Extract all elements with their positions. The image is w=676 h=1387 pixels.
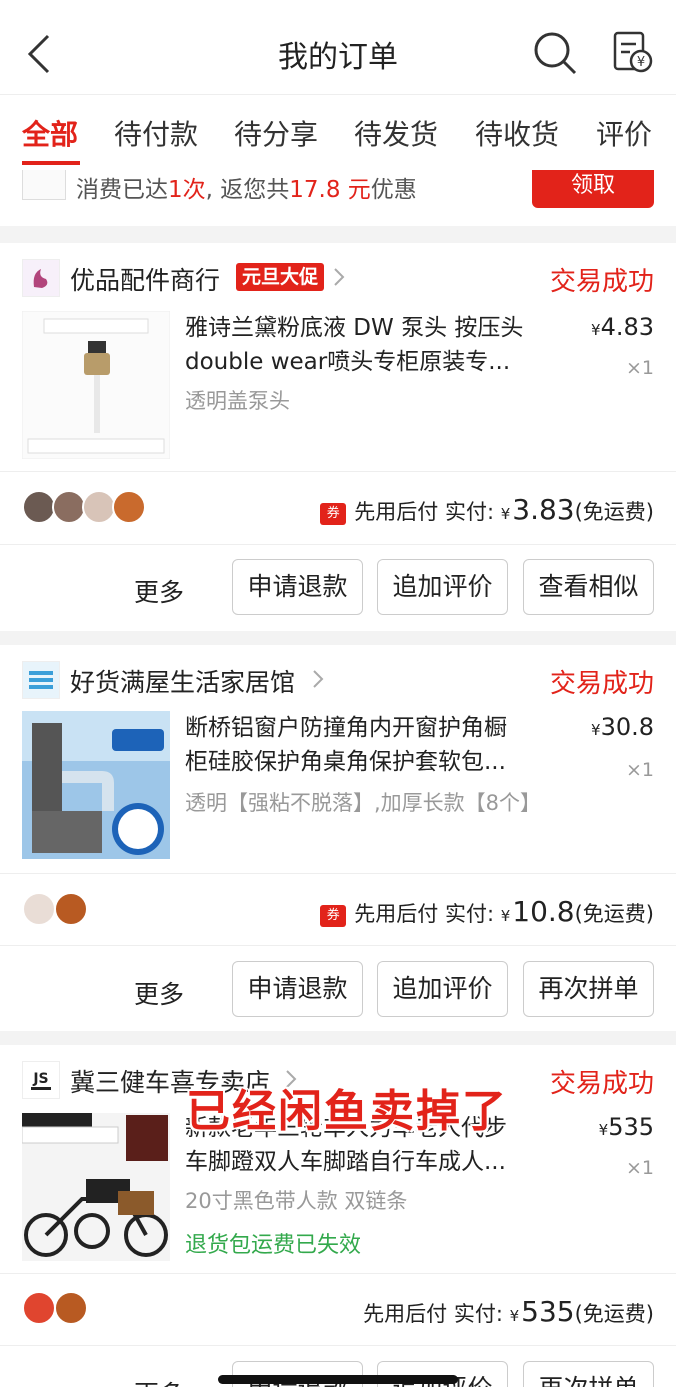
product-image[interactable] [22, 1113, 170, 1261]
order-header: 好货满屋生活家居馆 交易成功 [0, 645, 676, 713]
refund-button[interactable]: 申请退款 [232, 961, 363, 1017]
shop-name[interactable]: 优品配件商行 [70, 261, 220, 297]
product-quantity: ×1 [625, 1157, 654, 1179]
reorder-button[interactable]: 再次拼单 [523, 1361, 654, 1387]
product-price: ¥30.8 [591, 713, 654, 741]
promo-badge: 元旦大促 [236, 263, 325, 291]
avatar [54, 1291, 88, 1325]
bill-icon[interactable]: ¥ [612, 30, 654, 74]
home-indicator [218, 1375, 458, 1384]
tab-pending-share[interactable]: 待分享 [234, 113, 318, 153]
order-status: 交易成功 [549, 1069, 654, 1099]
order-status: 交易成功 [549, 669, 654, 699]
more-button[interactable]: 更多 [134, 975, 184, 1011]
buyer-avatars [22, 1291, 102, 1327]
product-price: ¥535 [598, 1113, 654, 1141]
add-review-button[interactable]: 追加评价 [377, 559, 508, 615]
buyer-avatars [22, 490, 162, 526]
order-card: 优品配件商行 元旦大促 交易成功 雅诗兰黛粉底液 DW 泵头 按压头 doubl… [0, 243, 676, 631]
search-icon[interactable] [532, 30, 578, 76]
divider [0, 544, 676, 545]
avatar [54, 892, 88, 926]
order-card: 好货满屋生活家居馆 交易成功 断桥铝窗户防撞角内开窗护角橱 柜硅胶保护角桌角保护… [0, 645, 676, 1031]
more-button[interactable]: 更多 [134, 573, 184, 609]
tab-review[interactable]: 评价 [596, 113, 652, 153]
order-status: 交易成功 [549, 267, 654, 297]
order-tabs: 全部 待付款 待分享 待发货 待收货 评价 [0, 94, 676, 170]
shop-name[interactable]: 好货满屋生活家居馆 [70, 663, 295, 699]
avatar [82, 490, 116, 524]
product-image[interactable] [22, 711, 170, 859]
product-quantity: ×1 [625, 759, 654, 781]
tab-pending-shipment[interactable]: 待发货 [354, 113, 438, 153]
product-spec: 透明【强粘不脱落】,加厚长款【8个】 [185, 791, 542, 815]
product-spec: 透明盖泵头 [185, 389, 290, 413]
tab-pending-receipt[interactable]: 待收货 [475, 113, 559, 153]
divider [0, 1345, 676, 1346]
product-spec: 20寸黑色带人款 双链条 [185, 1189, 408, 1213]
coupon-icon: 券 [320, 503, 347, 525]
more-button[interactable]: 更多 [134, 1375, 184, 1387]
divider [0, 1273, 676, 1274]
promo-banner: 消费已达1次, 返您共17.8 元优惠 领取 [0, 170, 676, 226]
payment-summary: 先用后付 实付: ¥535 (免运费) [363, 1295, 654, 1328]
product-title[interactable]: 雅诗兰黛粉底液 DW 泵头 按压头 double wear喷头专柜原装专... [185, 311, 560, 379]
product-quantity: ×1 [625, 357, 654, 379]
avatar [112, 490, 146, 524]
product-price: ¥4.83 [591, 313, 654, 341]
shop-logo [22, 661, 60, 699]
chevron-right-icon[interactable] [312, 669, 324, 689]
shop-logo [22, 259, 60, 297]
divider [0, 873, 676, 874]
svg-text:JS: JS [32, 1071, 48, 1087]
payment-summary: 券 先用后付 实付: ¥3.83 (免运费) [320, 493, 654, 527]
order-header: 优品配件商行 元旦大促 交易成功 [0, 243, 676, 311]
tab-pending-payment[interactable]: 待付款 [114, 113, 198, 153]
nav-bar: 我的订单 ¥ [0, 0, 676, 94]
shop-logo: JS [22, 1061, 60, 1099]
chevron-right-icon[interactable] [333, 267, 345, 287]
tab-active-indicator [22, 161, 80, 165]
claim-button[interactable]: 领取 [532, 170, 654, 208]
buyer-avatars [22, 892, 102, 928]
avatar [22, 1291, 56, 1325]
reorder-button[interactable]: 再次拼单 [523, 961, 654, 1017]
avatar [52, 490, 86, 524]
refund-button[interactable]: 申请退款 [232, 559, 363, 615]
svg-text:¥: ¥ [637, 55, 645, 70]
payment-summary: 券 先用后付 实付: ¥10.8 (免运费) [320, 895, 654, 929]
coupon-icon: 券 [320, 905, 347, 927]
view-similar-button[interactable]: 查看相似 [523, 559, 654, 615]
annotation-overlay: 已经闲鱼卖掉了 [186, 1086, 508, 1137]
product-title[interactable]: 断桥铝窗户防撞角内开窗护角橱 柜硅胶保护角桌角保护套软包... [185, 711, 560, 779]
promo-thumbnail [22, 170, 66, 200]
product-image[interactable] [22, 311, 170, 459]
tab-all[interactable]: 全部 [22, 113, 78, 153]
return-shipping-note: 退货包运费已失效 [185, 1233, 362, 1258]
promo-text: 消费已达1次, 返您共17.8 元优惠 [76, 177, 417, 203]
divider [0, 945, 676, 946]
add-review-button[interactable]: 追加评价 [377, 961, 508, 1017]
avatar [22, 490, 56, 524]
divider [0, 471, 676, 472]
avatar [22, 892, 56, 926]
